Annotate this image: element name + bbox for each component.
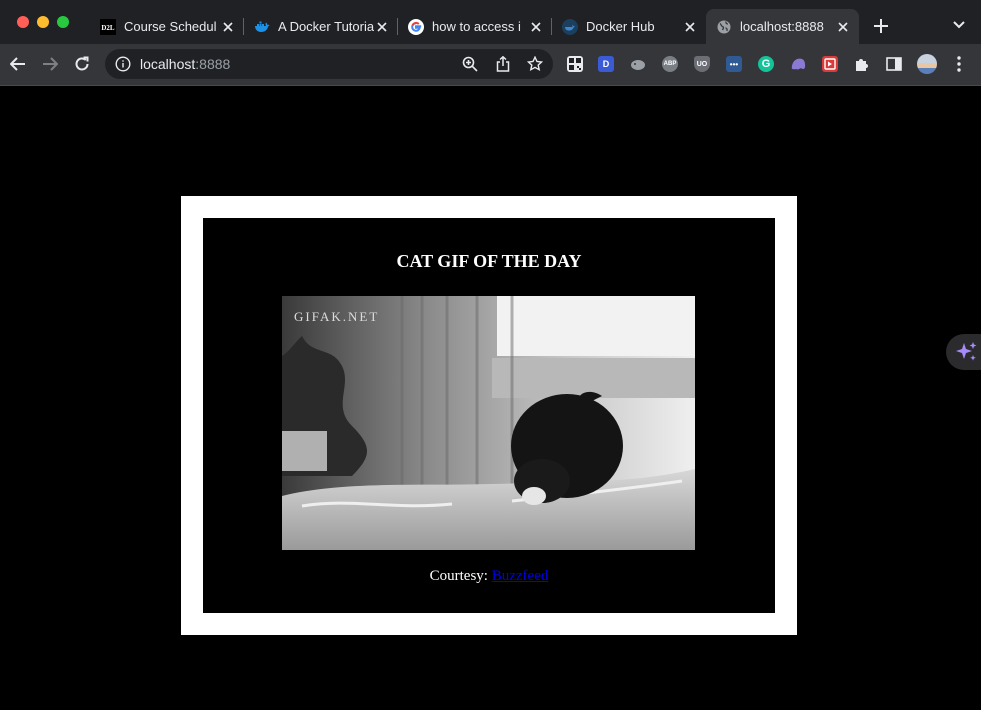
courtesy-line: Courtesy: Buzzfeed (203, 568, 775, 585)
ghost-extension-icon[interactable] (790, 56, 806, 72)
bookmark-star-icon[interactable] (527, 56, 543, 72)
tab-title: how to access i (432, 19, 521, 34)
toolbar-divider (0, 85, 981, 86)
reload-icon (75, 56, 89, 71)
url-port: :8888 (195, 56, 231, 72)
forward-button[interactable] (39, 53, 61, 75)
buzzfeed-link[interactable]: Buzzfeed (492, 568, 549, 584)
share-icon[interactable] (495, 56, 511, 72)
kebab-menu-icon (957, 56, 961, 72)
plus-icon (874, 19, 888, 33)
browser-toolbar: localhost:8888 D ABP UO ••• G (0, 44, 981, 85)
dots-extension-icon[interactable]: ••• (726, 56, 742, 72)
side-panel-icon[interactable] (886, 56, 902, 72)
assistant-sparkle-button[interactable] (946, 334, 981, 370)
window-close-button[interactable] (17, 16, 29, 28)
adblock-plus-icon[interactable]: ABP (662, 56, 678, 72)
sparkle-icon (956, 342, 977, 361)
docker-icon (254, 19, 270, 35)
close-icon[interactable] (682, 19, 698, 35)
qr-code-extension-icon[interactable] (567, 56, 583, 72)
grammarly-icon[interactable]: G (758, 56, 774, 72)
tab-localhost-8888[interactable]: localhost:8888 (706, 9, 859, 44)
close-icon[interactable] (374, 19, 390, 35)
url-host: localhost (140, 56, 196, 72)
d-extension-icon[interactable]: D (598, 56, 614, 72)
tab-title: Course Schedul (124, 19, 217, 34)
url-text: localhost:8888 (140, 56, 230, 72)
d2l-icon: D2L (100, 18, 116, 35)
globe-icon (716, 19, 732, 35)
puzzle-extensions-icon[interactable] (854, 56, 870, 72)
reload-button[interactable] (71, 53, 93, 75)
tab-course-schedule[interactable]: D2L Course Schedul (90, 9, 244, 44)
window-minimize-button[interactable] (37, 16, 49, 28)
cat-gif-image: GIFAK.NET (282, 296, 695, 550)
video-extension-icon[interactable] (822, 56, 838, 72)
menu-button[interactable] (950, 54, 968, 74)
arrow-right-icon (43, 57, 58, 71)
tab-title: Docker Hub (586, 19, 655, 34)
tab-title: localhost:8888 (740, 19, 824, 34)
page-title: CAT GIF OF THE DAY (396, 251, 582, 271)
address-bar[interactable]: localhost:8888 (105, 49, 553, 79)
chevron-down-icon (953, 21, 965, 29)
close-icon[interactable] (528, 19, 544, 35)
tab-docker-tutorial[interactable]: A Docker Tutoria (244, 9, 398, 44)
tab-search-button[interactable] (950, 16, 968, 34)
ublock-icon[interactable]: UO (694, 56, 710, 72)
gif-watermark: GIFAK.NET (294, 309, 379, 324)
docker-hub-icon (562, 18, 578, 35)
info-icon[interactable] (115, 56, 131, 72)
zoom-icon[interactable] (462, 56, 478, 72)
close-icon[interactable] (835, 19, 851, 35)
tab-docker-hub[interactable]: Docker Hub (552, 9, 706, 44)
fish-extension-icon[interactable] (630, 56, 646, 72)
close-icon[interactable] (220, 19, 236, 35)
google-icon (408, 18, 424, 35)
window-zoom-button[interactable] (57, 16, 69, 28)
courtesy-label: Courtesy: (429, 568, 488, 584)
back-button[interactable] (7, 53, 29, 75)
d2l-icon-text: D2L (101, 24, 115, 32)
tab-title: A Docker Tutoria (278, 19, 374, 34)
tab-google-search[interactable]: how to access i (398, 9, 552, 44)
new-tab-button[interactable] (870, 15, 892, 37)
arrow-left-icon (10, 57, 25, 71)
tab-strip: D2L Course Schedul A Docker Tutoria how … (0, 0, 981, 44)
profile-avatar[interactable] (917, 54, 937, 74)
content-frame-border: CAT GIF OF THE DAY GIFAK.NET Courtesy: B… (181, 196, 797, 635)
content-panel: CAT GIF OF THE DAY GIFAK.NET Courtesy: B… (203, 218, 775, 613)
